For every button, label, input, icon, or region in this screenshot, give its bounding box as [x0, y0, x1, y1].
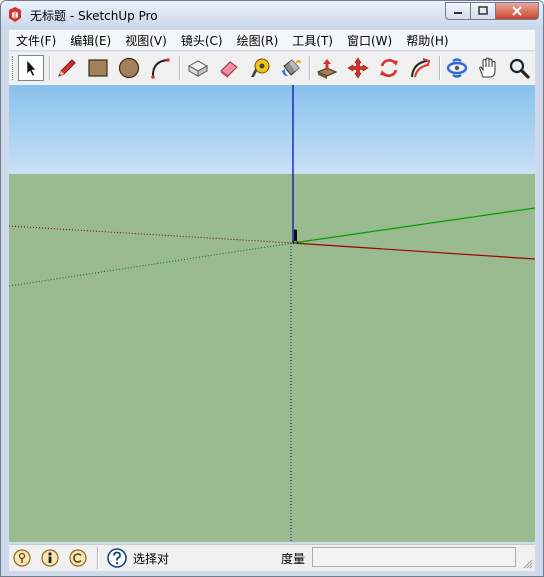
- orbit-tool-button[interactable]: [444, 55, 470, 81]
- rotate-icon: [380, 59, 398, 77]
- pan-tool-button[interactable]: [475, 55, 501, 81]
- geo-location-icon[interactable]: [13, 549, 31, 567]
- zoom-tool-button[interactable]: [506, 55, 532, 81]
- menu-edit[interactable]: 编辑(E): [63, 32, 118, 49]
- close-button[interactable]: [495, 2, 539, 20]
- hand-icon: [479, 57, 496, 78]
- circle-icon: [118, 57, 140, 79]
- drawing-viewport[interactable]: [9, 85, 535, 542]
- main-toolbar: [9, 51, 535, 86]
- status-separator: [97, 547, 99, 569]
- select-tool-button[interactable]: [18, 55, 44, 81]
- rectangle-tool-button[interactable]: [85, 55, 111, 81]
- app-window: 无标题 - SketchUp Pro 文件(F) 编辑(E) 视图(V) 镜头(…: [0, 0, 544, 577]
- toolbar-separator: [49, 56, 51, 80]
- menu-bar: 文件(F) 编辑(E) 视图(V) 镜头(C) 绘图(R) 工具(T) 窗口(W…: [9, 30, 535, 50]
- minimize-icon: [454, 12, 462, 14]
- tape-measure-icon: [251, 58, 270, 77]
- arc-tool-button[interactable]: [147, 55, 173, 81]
- component-box-icon: [187, 60, 209, 77]
- axes-overlay: [9, 85, 535, 542]
- follow-me-icon: [411, 58, 431, 78]
- red-axis-negative: [9, 225, 294, 244]
- orbit-icon: [446, 58, 468, 78]
- menu-camera[interactable]: 镜头(C): [174, 32, 230, 49]
- eraser-icon: [220, 61, 238, 78]
- menu-window[interactable]: 窗口(W): [340, 32, 399, 49]
- window-title: 无标题 - SketchUp Pro: [30, 9, 158, 23]
- make-component-tool-button[interactable]: [185, 55, 211, 81]
- pencil-tool-button[interactable]: [54, 55, 80, 81]
- toolbar-separator: [309, 56, 311, 80]
- help-icon[interactable]: [107, 548, 127, 568]
- red-axis-positive: [292, 242, 535, 260]
- rotate-tool-button[interactable]: [376, 55, 402, 81]
- toolbar-separator: [179, 56, 181, 80]
- menu-view[interactable]: 视图(V): [118, 32, 174, 49]
- toolbar-grip[interactable]: [12, 56, 16, 80]
- tape-measure-tool-button[interactable]: [247, 55, 273, 81]
- push-pull-icon: [316, 59, 338, 79]
- move-tool-button[interactable]: [345, 55, 371, 81]
- pencil-icon: [58, 59, 76, 77]
- status-bar: 选择对 度量: [9, 544, 535, 571]
- arc-icon: [151, 58, 170, 79]
- title-bar[interactable]: 无标题 - SketchUp Pro: [1, 1, 543, 29]
- credits-info-icon[interactable]: [41, 549, 59, 567]
- green-axis-negative: [9, 242, 294, 287]
- menu-file[interactable]: 文件(F): [9, 32, 63, 49]
- arrow-cursor-icon: [26, 59, 37, 77]
- menu-tools[interactable]: 工具(T): [285, 32, 340, 49]
- push-pull-tool-button[interactable]: [314, 55, 340, 81]
- menu-draw[interactable]: 绘图(R): [230, 32, 286, 49]
- green-axis-positive: [292, 207, 535, 244]
- eraser-tool-button[interactable]: [216, 55, 242, 81]
- toolbar-separator: [439, 56, 441, 80]
- circle-tool-button[interactable]: [116, 55, 142, 81]
- move-arrows-icon: [347, 57, 369, 79]
- person-figure: [292, 229, 299, 245]
- minimize-button[interactable]: [445, 2, 471, 20]
- rectangle-icon: [88, 59, 108, 77]
- menu-help[interactable]: 帮助(H): [399, 32, 455, 49]
- measurements-label: 度量: [281, 552, 306, 566]
- resize-grip-icon[interactable]: [523, 559, 533, 569]
- measurements-input[interactable]: [312, 547, 516, 567]
- window-controls: [445, 2, 539, 20]
- paint-bucket-icon: [282, 59, 301, 77]
- magnifier-icon: [509, 58, 530, 79]
- follow-me-tool-button[interactable]: [407, 55, 433, 81]
- paint-bucket-tool-button[interactable]: [278, 55, 304, 81]
- maximize-icon: [478, 6, 488, 15]
- status-message: 选择对: [133, 552, 170, 566]
- copyright-icon[interactable]: [69, 549, 87, 567]
- maximize-button[interactable]: [470, 2, 496, 20]
- sketchup-logo-icon: [9, 7, 21, 22]
- close-icon: [512, 6, 522, 16]
